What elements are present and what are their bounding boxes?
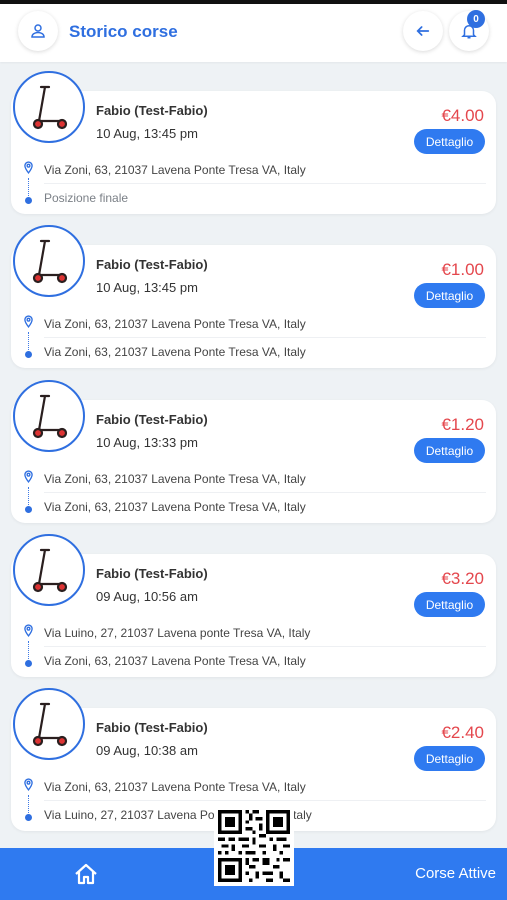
scooter-avatar (13, 71, 85, 143)
location-pin-icon (24, 778, 33, 791)
ride-price: €1.20 (441, 415, 484, 434)
qr-code-icon (218, 810, 290, 882)
location-pin-icon (24, 470, 33, 483)
rides-list[interactable]: Fabio (Test-Fabio) 10 Aug, 13:45 pm €4.0… (0, 62, 507, 848)
end-address: Via Zoni, 63, 21037 Lavena Ponte Tresa V… (44, 345, 306, 359)
end-address: Via Zoni, 63, 21037 Lavena Ponte Tresa V… (44, 500, 306, 514)
scooter-icon (32, 239, 68, 284)
scooter-avatar (13, 534, 85, 606)
scooter-icon (32, 85, 68, 130)
detail-button[interactable]: Dettaglio (414, 592, 485, 617)
destination-dot-icon (25, 351, 32, 358)
scooter-icon (32, 548, 68, 593)
ride-date: 10 Aug, 13:45 pm (96, 280, 198, 295)
start-address: Via Luino, 27, 21037 Lavena ponte Tresa … (44, 626, 311, 640)
user-icon (31, 24, 45, 38)
ride-user: Fabio (Test-Fabio) (96, 566, 208, 581)
scooter-avatar (13, 380, 85, 452)
home-icon (75, 863, 97, 885)
ride-date: 09 Aug, 10:38 am (96, 743, 198, 758)
arrow-left-icon (416, 26, 430, 36)
detail-button[interactable]: Dettaglio (414, 746, 485, 771)
divider (44, 646, 486, 647)
ride-price: €3.20 (441, 569, 484, 588)
start-address: Via Zoni, 63, 21037 Lavena Ponte Tresa V… (44, 472, 306, 486)
qr-code-button[interactable] (214, 806, 294, 886)
location-pin-icon (24, 161, 33, 174)
ride-user: Fabio (Test-Fabio) (96, 720, 208, 735)
route-connector (28, 487, 29, 505)
route-connector (28, 178, 29, 196)
ride-user: Fabio (Test-Fabio) (96, 257, 208, 272)
ride-price: €1.00 (441, 260, 484, 279)
ride-date: 10 Aug, 13:33 pm (96, 435, 198, 450)
destination-dot-icon (25, 814, 32, 821)
scooter-icon (32, 394, 68, 439)
active-rides-link[interactable]: Corse Attive (415, 865, 496, 882)
destination-dot-icon (25, 660, 32, 667)
detail-button[interactable]: Dettaglio (414, 283, 485, 308)
route-connector (28, 641, 29, 659)
app-header: Storico corse 0 (0, 4, 507, 62)
divider (44, 337, 486, 338)
location-pin-icon (24, 315, 33, 328)
divider (44, 492, 486, 493)
divider (44, 183, 486, 184)
ride-date: 09 Aug, 10:56 am (96, 589, 198, 604)
start-address: Via Zoni, 63, 21037 Lavena Ponte Tresa V… (44, 780, 306, 794)
detail-button[interactable]: Dettaglio (414, 438, 485, 463)
ride-price: €2.40 (441, 723, 484, 742)
ride-card[interactable]: Fabio (Test-Fabio) 10 Aug, 13:45 pm €1.0… (11, 225, 496, 368)
back-button[interactable] (403, 11, 443, 51)
route-connector (28, 332, 29, 350)
ride-card[interactable]: Fabio (Test-Fabio) 09 Aug, 10:56 am €3.2… (11, 534, 496, 677)
detail-button[interactable]: Dettaglio (414, 129, 485, 154)
destination-dot-icon (25, 197, 32, 204)
scooter-icon (32, 702, 68, 747)
ride-user: Fabio (Test-Fabio) (96, 412, 208, 427)
location-pin-icon (24, 624, 33, 637)
ride-user: Fabio (Test-Fabio) (96, 103, 208, 118)
home-button[interactable] (72, 861, 100, 887)
ride-card[interactable]: Fabio (Test-Fabio) 10 Aug, 13:33 pm €1.2… (11, 380, 496, 523)
start-address: Via Zoni, 63, 21037 Lavena Ponte Tresa V… (44, 317, 306, 331)
divider (44, 800, 486, 801)
ride-card[interactable]: Fabio (Test-Fabio) 10 Aug, 13:45 pm €4.0… (11, 71, 496, 214)
start-address: Via Zoni, 63, 21037 Lavena Ponte Tresa V… (44, 163, 306, 177)
notification-badge: 0 (467, 10, 485, 28)
ride-date: 10 Aug, 13:45 pm (96, 126, 198, 141)
page-title: Storico corse (69, 22, 178, 41)
end-address: Posizione finale (44, 191, 129, 205)
route-connector (28, 795, 29, 813)
profile-button[interactable] (18, 11, 58, 51)
scooter-avatar (13, 225, 85, 297)
ride-price: €4.00 (441, 106, 484, 125)
scooter-avatar (13, 688, 85, 760)
destination-dot-icon (25, 506, 32, 513)
end-address: Via Zoni, 63, 21037 Lavena Ponte Tresa V… (44, 654, 306, 668)
